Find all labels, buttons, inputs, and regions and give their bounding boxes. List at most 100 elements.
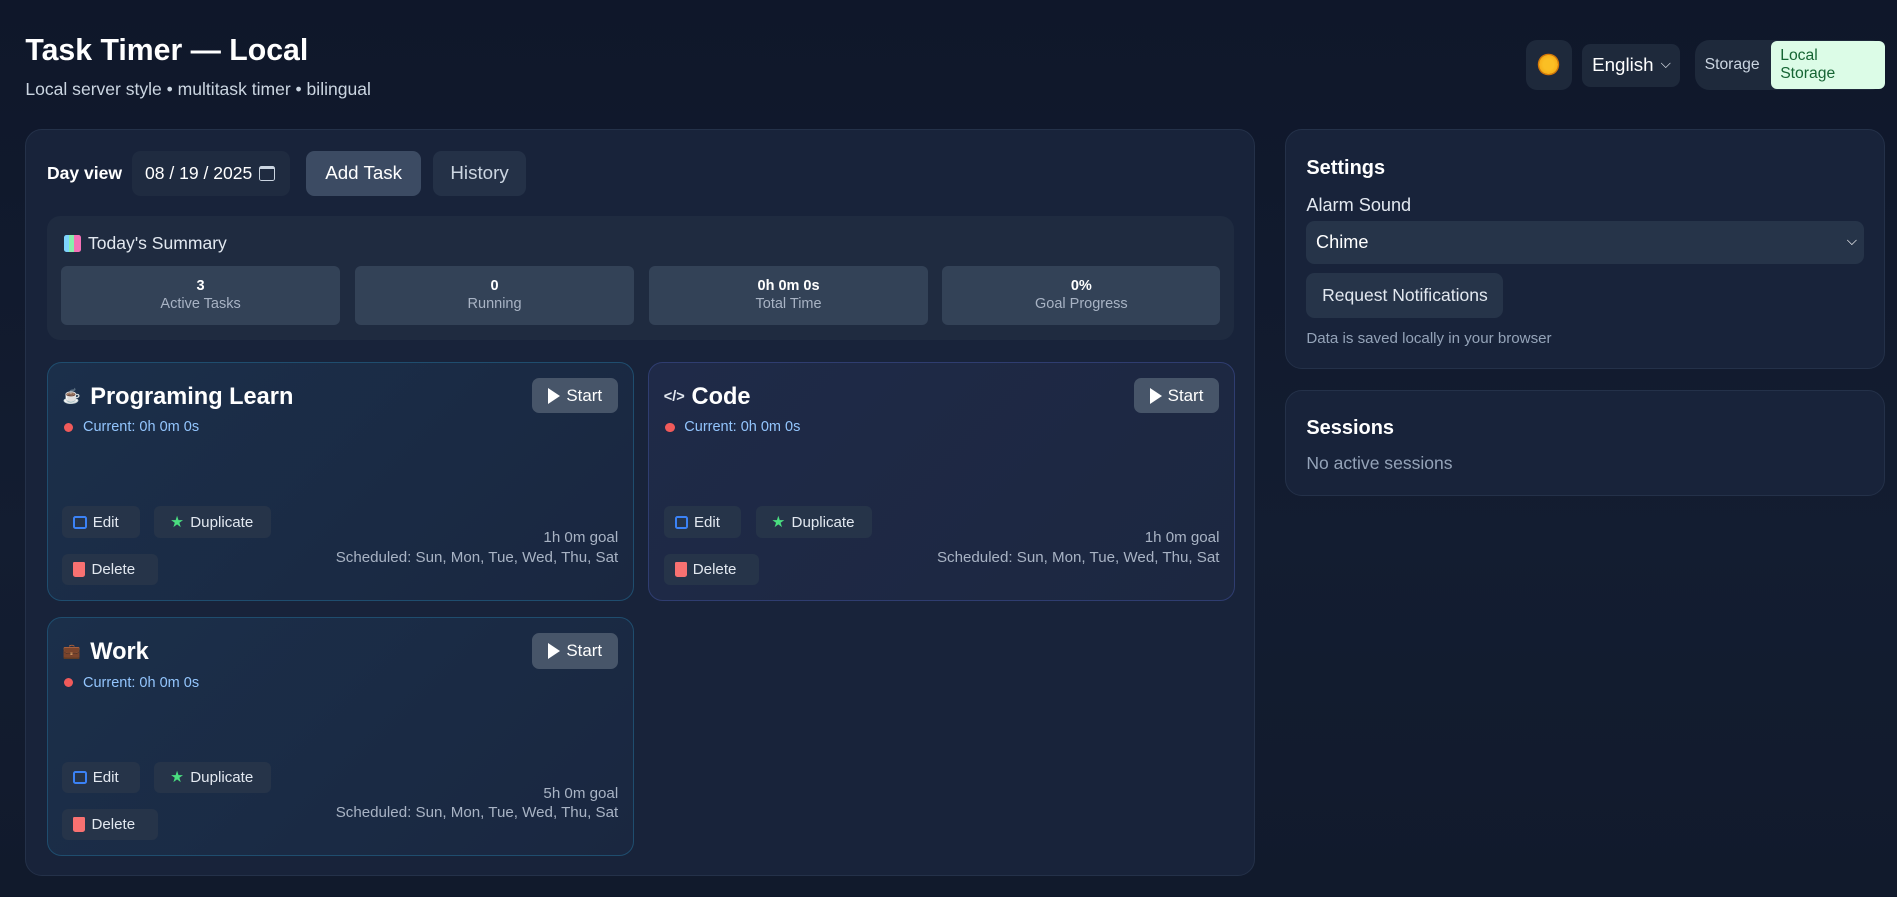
start-button[interactable]: Start	[532, 633, 619, 669]
page-subtitle: Local server style • multitask timer • b…	[25, 78, 371, 99]
request-notifications-button[interactable]: Request Notifications	[1306, 273, 1504, 318]
delete-button[interactable]: Delete	[62, 553, 159, 586]
date-input[interactable]: 08 / 19 / 2025	[131, 151, 291, 196]
delete-button[interactable]: Delete	[663, 553, 760, 586]
trash-icon	[73, 562, 86, 577]
task-goal: 1h 0m goal	[1144, 529, 1220, 547]
today-summary: Today's Summary 3 Active Tasks 0 Running 0…	[46, 216, 1234, 340]
settings-title: Settings	[1306, 157, 1386, 180]
start-label: Start	[1167, 385, 1204, 405]
stat-goal-progress: 0% Goal Progress	[942, 265, 1221, 326]
summary-title: Today's Summary	[88, 233, 227, 254]
add-task-button[interactable]: Add Task	[305, 151, 422, 196]
duplicate-label: Duplicate	[190, 513, 254, 531]
chevron-down-icon: ⌵	[1660, 55, 1671, 71]
calendar-icon[interactable]	[259, 165, 276, 182]
storage-indicator: Storage Local Storage	[1694, 39, 1885, 90]
task-goal: 1h 0m goal	[543, 529, 619, 547]
duplicate-button[interactable]: ★ Duplicate	[154, 506, 271, 538]
storage-label: Storage	[1704, 55, 1760, 73]
stat-total-time: 0h 0m 0s Total Time	[649, 265, 928, 326]
edit-label: Edit	[92, 513, 119, 531]
edit-icon	[674, 515, 688, 529]
task-goal-info: 5h 0m goal Scheduled: Sun, Mon, Tue, Wed,…	[336, 784, 619, 823]
delete-label: Delete	[692, 560, 737, 578]
edit-label: Edit	[693, 513, 720, 531]
play-icon	[1149, 387, 1162, 404]
edit-button[interactable]: Edit	[62, 761, 140, 794]
duplicate-label: Duplicate	[190, 768, 254, 786]
sessions-title: Sessions	[1306, 417, 1394, 440]
stat-value: 0	[490, 278, 499, 295]
date-value: 08 / 19 / 2025	[144, 162, 253, 183]
alarm-sound-value: Chime	[1316, 231, 1369, 252]
task-title: 💼 Work	[62, 638, 149, 665]
task-current-time: Current: 0h 0m 0s	[83, 419, 200, 436]
edit-button[interactable]: Edit	[663, 506, 742, 538]
code-icon: </>	[663, 388, 685, 405]
delete-button[interactable]: Delete	[62, 808, 159, 841]
stat-value: 3	[196, 278, 205, 295]
settings-panel: Settings Alarm Sound Chime ⌵ Request Noti…	[1284, 129, 1885, 369]
briefcase-icon: 💼	[62, 644, 81, 661]
page-title: Task Timer — Local	[25, 33, 309, 67]
chevron-down-icon: ⌵	[1846, 233, 1857, 249]
duplicate-button[interactable]: ★ Duplicate	[154, 761, 271, 794]
status-dot-icon	[63, 677, 74, 688]
task-goal-info: 1h 0m goal Scheduled: Sun, Mon, Tue, Wed,…	[336, 528, 619, 567]
delete-label: Delete	[91, 816, 136, 834]
task-title: ☕ Programing Learn	[62, 383, 294, 410]
status-dot-icon	[63, 422, 74, 433]
task-name: Work	[90, 638, 149, 665]
star-icon: ★	[170, 769, 185, 787]
alarm-sound-label: Alarm Sound	[1306, 194, 1412, 215]
start-label: Start	[566, 385, 603, 405]
duplicate-button[interactable]: ★ Duplicate	[755, 506, 872, 538]
stat-active-tasks: 3 Active Tasks	[61, 265, 340, 326]
theme-toggle-button[interactable]	[1525, 39, 1572, 90]
task-current-time: Current: 0h 0m 0s	[83, 674, 200, 691]
history-button[interactable]: History	[433, 151, 526, 196]
task-schedule: Scheduled: Sun, Mon, Tue, Wed, Thu, Sat	[936, 548, 1220, 566]
stat-running: 0 Running	[355, 265, 634, 326]
bar-chart-icon	[63, 235, 81, 253]
trash-icon	[674, 562, 687, 577]
play-icon	[548, 643, 561, 660]
language-value: English	[1592, 54, 1654, 76]
task-schedule: Scheduled: Sun, Mon, Tue, Wed, Thu, Sat	[335, 548, 619, 566]
storage-badge: Local Storage	[1770, 40, 1885, 89]
edit-label: Edit	[92, 768, 119, 786]
summary-heading: Today's Summary	[63, 233, 227, 254]
alarm-sound-select[interactable]: Chime ⌵	[1306, 221, 1865, 264]
stat-label: Total Time	[755, 296, 822, 313]
start-button[interactable]: Start	[1133, 378, 1220, 414]
duplicate-label: Duplicate	[791, 513, 855, 531]
star-icon: ★	[170, 514, 185, 532]
start-button[interactable]: Start	[532, 378, 619, 414]
task-title: </> Code	[664, 383, 751, 410]
stat-value: 0%	[1070, 278, 1092, 295]
task-card: ☕ Programing Learn Current: 0h 0m 0s Star…	[46, 361, 634, 602]
sun-icon	[1539, 55, 1558, 75]
task-current-time: Current: 0h 0m 0s	[684, 419, 801, 436]
task-current: Current: 0h 0m 0s	[63, 419, 200, 436]
task-name: Code	[691, 383, 751, 410]
toolbar: Day view 08 / 19 / 2025 Add Task History	[47, 151, 526, 196]
task-goal-info: 1h 0m goal Scheduled: Sun, Mon, Tue, Wed,…	[937, 528, 1220, 567]
trash-icon	[73, 817, 86, 832]
task-current: Current: 0h 0m 0s	[63, 674, 200, 691]
language-select[interactable]: English ⌵	[1582, 43, 1681, 88]
task-card: 💼 Work Current: 0h 0m 0s Start Edit ★ Dupl…	[46, 616, 634, 857]
status-dot-icon	[664, 422, 675, 433]
play-icon	[548, 387, 561, 404]
task-current: Current: 0h 0m 0s	[664, 419, 801, 436]
app-root: Task Timer — Local Local server style • …	[0, 0, 1897, 897]
main-panel: Day view 08 / 19 / 2025 Add Task History…	[25, 129, 1255, 876]
stat-label: Goal Progress	[1034, 296, 1128, 313]
edit-icon	[73, 770, 87, 785]
sessions-panel: Sessions No active sessions	[1284, 389, 1885, 496]
edit-button[interactable]: Edit	[62, 506, 140, 538]
edit-icon	[73, 515, 87, 529]
stat-label: Running	[467, 296, 522, 313]
storage-note: Data is saved locally in your browser	[1306, 330, 1552, 348]
